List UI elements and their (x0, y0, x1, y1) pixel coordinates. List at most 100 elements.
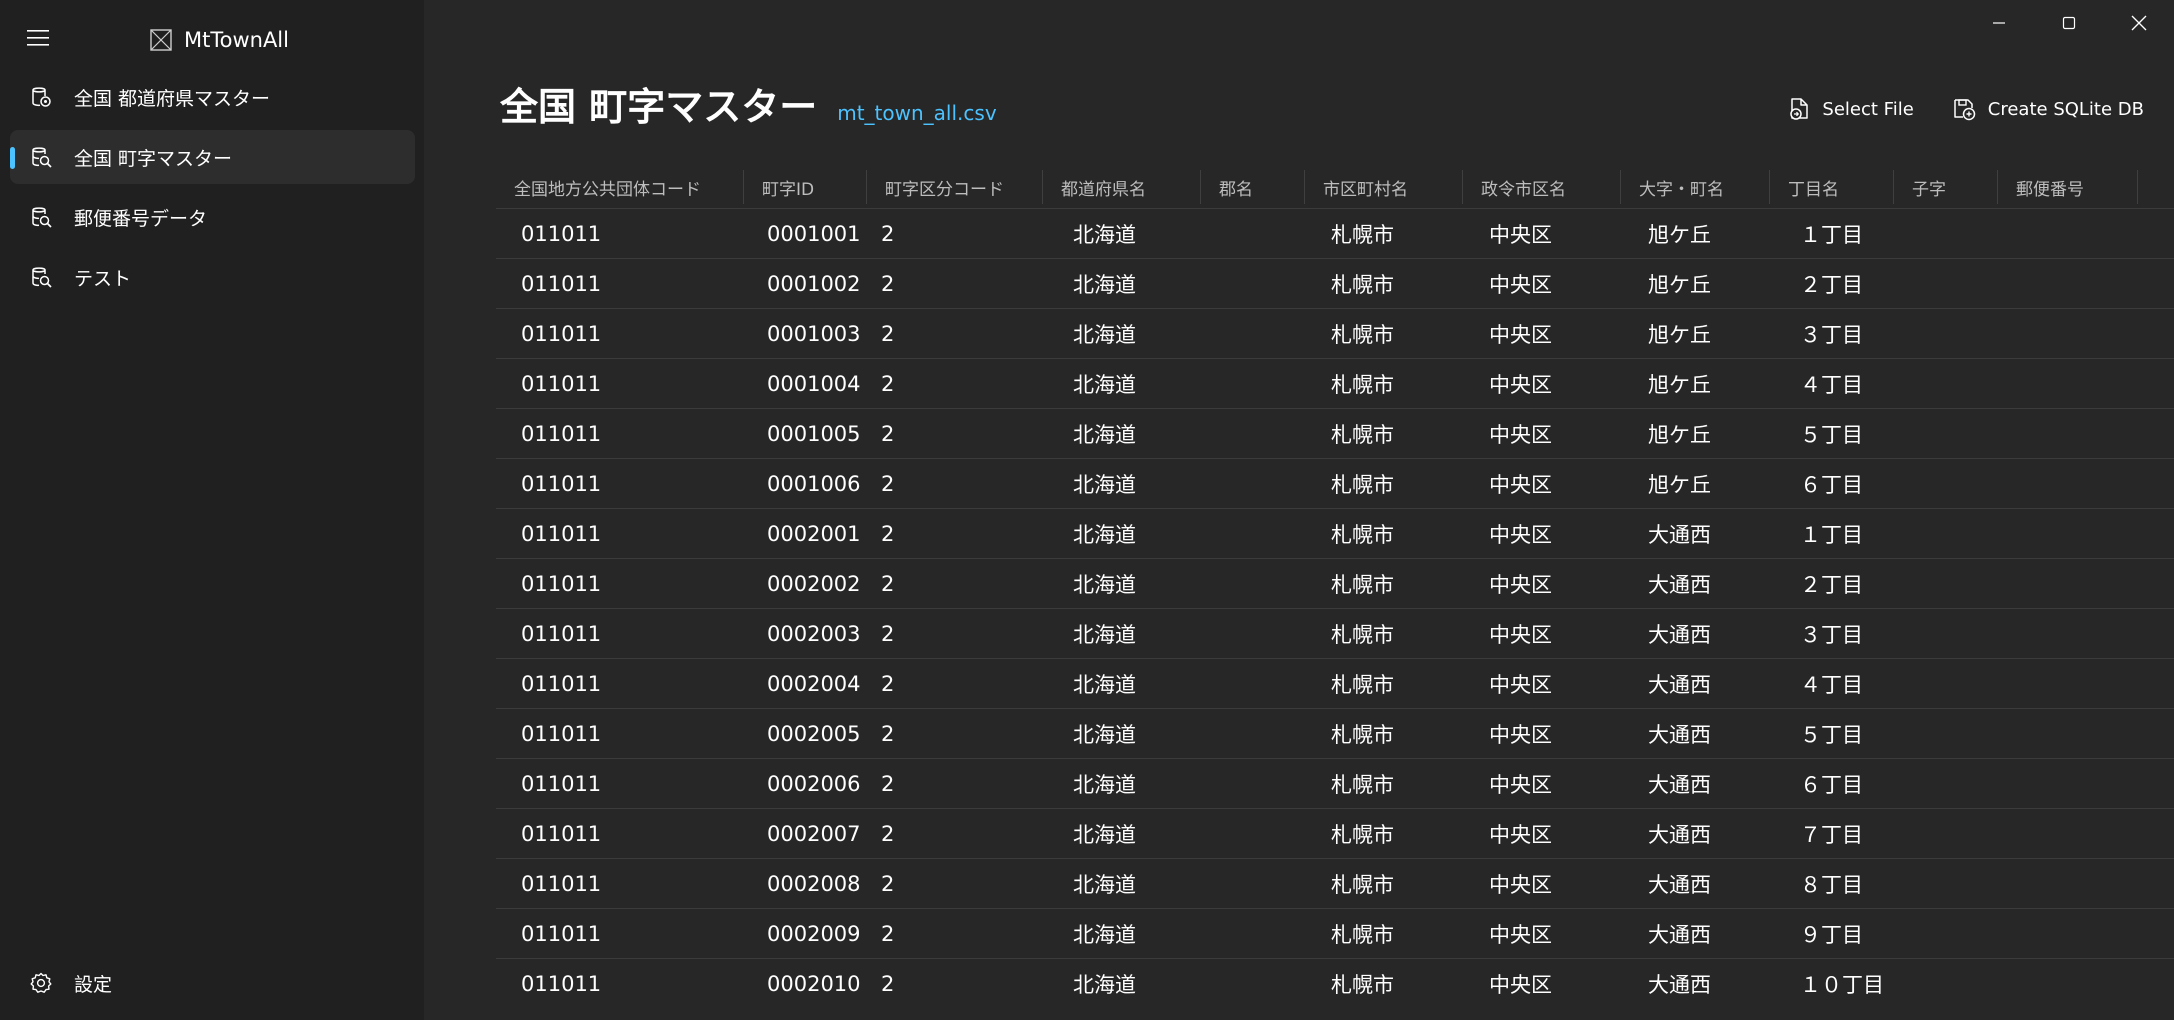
table-cell: 北海道 (1073, 222, 1136, 247)
table-cell: ３丁目 (1800, 322, 1863, 347)
table-row[interactable]: 011011 0001005 2 北海道 札幌市 中央区 旭ケ丘 ５丁目 (496, 408, 2174, 458)
page-title: 全国 町字マスター (500, 85, 818, 129)
table-cell: 011011 (521, 471, 602, 496)
table-cell: 2 (881, 771, 895, 796)
table-row[interactable]: 011011 0002004 2 北海道 札幌市 中央区 大通西 ４丁目 (496, 658, 2174, 708)
column-header[interactable]: 町字ID (744, 166, 867, 208)
table-cell: 中央区 (1489, 722, 1552, 747)
select-file-button[interactable]: Select File (1788, 92, 1914, 126)
table-cell: 中央区 (1489, 672, 1552, 697)
maximize-button[interactable] (2034, 0, 2104, 46)
close-button[interactable] (2104, 0, 2174, 46)
minimize-button[interactable] (1964, 0, 2034, 46)
nav-item-settings[interactable]: 設定 (10, 956, 415, 1010)
table-row[interactable]: 011011 0002006 2 北海道 札幌市 中央区 大通西 ６丁目 (496, 758, 2174, 808)
table-row[interactable]: 011011 0002009 2 北海道 札幌市 中央区 大通西 ９丁目 (496, 908, 2174, 958)
nav-item-town-master[interactable]: 全国 町字マスター (10, 130, 415, 184)
save-database-icon (1952, 97, 1976, 121)
table-row[interactable]: 011011 0002010 2 北海道 札幌市 中央区 大通西 １０丁目 (496, 958, 2174, 1008)
table-cell: 旭ケ丘 (1648, 222, 1711, 247)
table-cell: 中央区 (1489, 272, 1552, 297)
table-cell: 中央区 (1489, 822, 1552, 847)
table-cell: 中央区 (1489, 572, 1552, 597)
table-cell: 2 (881, 321, 895, 346)
column-header[interactable]: 子字 (1894, 166, 1998, 208)
table-cell: 011011 (521, 971, 602, 996)
table-cell: 北海道 (1073, 622, 1136, 647)
table-cell: 北海道 (1073, 822, 1136, 847)
table-cell: 2 (881, 521, 895, 546)
table-cell: ６丁目 (1800, 772, 1863, 797)
table-cell: 2 (881, 371, 895, 396)
table-cell: 北海道 (1073, 472, 1136, 497)
table-cell: ３丁目 (1800, 622, 1863, 647)
window-caption-buttons (1964, 0, 2174, 46)
table-cell: ５丁目 (1800, 422, 1863, 447)
column-header[interactable]: 政令市区名 (1463, 166, 1621, 208)
table-cell: 0002006 (767, 771, 861, 796)
nav-item-prefecture-master[interactable]: 全国 都道府県マスター (10, 70, 415, 124)
hamburger-menu-icon[interactable] (20, 22, 56, 54)
table-cell: 北海道 (1073, 272, 1136, 297)
table-cell: 札幌市 (1331, 472, 1394, 497)
table-cell: 大通西 (1648, 822, 1711, 847)
minimize-icon (1992, 16, 2006, 30)
table-cell: 011011 (521, 371, 602, 396)
column-header[interactable]: 郡名 (1201, 166, 1305, 208)
table-cell: 2 (881, 421, 895, 446)
table-cell: 0002005 (767, 721, 861, 746)
table-row[interactable]: 011011 0002005 2 北海道 札幌市 中央区 大通西 ５丁目 (496, 708, 2174, 758)
table-cell: 北海道 (1073, 522, 1136, 547)
table-cell: 中央区 (1489, 872, 1552, 897)
table-cell: 011011 (521, 221, 602, 246)
table-row[interactable]: 011011 0001001 2 北海道 札幌市 中央区 旭ケ丘 １丁目 (496, 208, 2174, 258)
table-cell: 0001001 (767, 221, 861, 246)
file-name-link[interactable]: mt_town_all.csv (837, 101, 996, 125)
table-cell: 北海道 (1073, 922, 1136, 947)
table-row[interactable]: 011011 0001004 2 北海道 札幌市 中央区 旭ケ丘 ４丁目 (496, 358, 2174, 408)
app-window: MtTownAll 全国 都道府県マスター 全国 町字マスター 郵便番号データ … (0, 0, 2174, 1020)
table-cell: １丁目 (1800, 522, 1863, 547)
table-cell: 011011 (521, 421, 602, 446)
column-header[interactable]: 町字区分コード (867, 166, 1043, 208)
column-header[interactable]: 郵便番号 (1998, 166, 2138, 208)
table-cell: 札幌市 (1331, 322, 1394, 347)
table-cell: 札幌市 (1331, 372, 1394, 397)
column-header[interactable]: 丁目名 (1770, 166, 1894, 208)
table-row[interactable]: 011011 0001003 2 北海道 札幌市 中央区 旭ケ丘 ３丁目 (496, 308, 2174, 358)
close-icon (2131, 15, 2147, 31)
table-cell: 中央区 (1489, 322, 1552, 347)
column-header[interactable]: 都道府県名 (1043, 166, 1201, 208)
table-cell: ５丁目 (1800, 722, 1863, 747)
selection-indicator (10, 147, 15, 169)
table-cell: 011011 (521, 321, 602, 346)
command-bar: Select File Create SQLite DB (1788, 92, 2144, 126)
table-row[interactable]: 011011 0001006 2 北海道 札幌市 中央区 旭ケ丘 ６丁目 (496, 458, 2174, 508)
nav-item-test[interactable]: テスト (10, 250, 415, 304)
table-row[interactable]: 011011 0001002 2 北海道 札幌市 中央区 旭ケ丘 ２丁目 (496, 258, 2174, 308)
gear-icon (30, 972, 52, 994)
table-row[interactable]: 011011 0002007 2 北海道 札幌市 中央区 大通西 ７丁目 (496, 808, 2174, 858)
table-cell: ９丁目 (1800, 922, 1863, 947)
column-header[interactable]: 大字・町名 (1621, 166, 1770, 208)
nav-label: 郵便番号データ (74, 207, 208, 230)
nav-list: 全国 都道府県マスター 全国 町字マスター 郵便番号データ テスト (10, 70, 415, 310)
column-header[interactable]: 市区町村名 (1305, 166, 1463, 208)
table-cell: 011011 (521, 571, 602, 596)
table-cell: 北海道 (1073, 872, 1136, 897)
table-row[interactable]: 011011 0002008 2 北海道 札幌市 中央区 大通西 ８丁目 (496, 858, 2174, 908)
nav-item-postal-code-data[interactable]: 郵便番号データ (10, 190, 415, 244)
table-cell: 大通西 (1648, 722, 1711, 747)
table-cell: 旭ケ丘 (1648, 322, 1711, 347)
table-cell: 0002010 (767, 971, 861, 996)
table-cell: 0002007 (767, 821, 861, 846)
nav-label: 全国 町字マスター (74, 147, 233, 170)
create-sqlite-db-button[interactable]: Create SQLite DB (1952, 92, 2144, 126)
column-header[interactable]: 全国地方公共団体コード (496, 166, 744, 208)
table-cell: 中央区 (1489, 622, 1552, 647)
table-row[interactable]: 011011 0002001 2 北海道 札幌市 中央区 大通西 １丁目 (496, 508, 2174, 558)
table-row[interactable]: 011011 0002002 2 北海道 札幌市 中央区 大通西 ２丁目 (496, 558, 2174, 608)
table-cell: 011011 (521, 621, 602, 646)
table-cell: 札幌市 (1331, 672, 1394, 697)
table-row[interactable]: 011011 0002003 2 北海道 札幌市 中央区 大通西 ３丁目 (496, 608, 2174, 658)
